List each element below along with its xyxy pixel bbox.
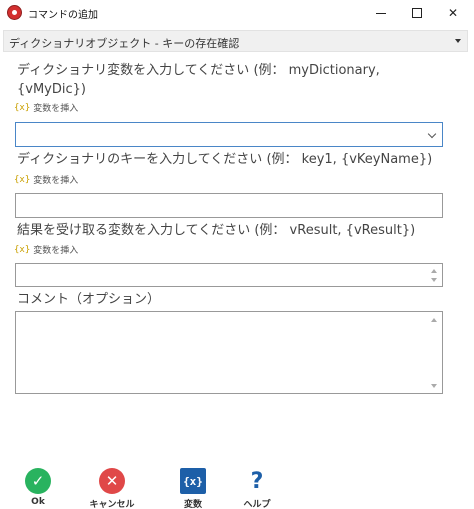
scroll-up-icon[interactable] xyxy=(431,318,437,322)
cancel-button[interactable]: ✕ キャンセル xyxy=(82,468,142,509)
variable-icon: {x} xyxy=(14,102,31,113)
maximize-icon xyxy=(412,8,422,18)
variables-button[interactable]: {x} 変数 xyxy=(163,468,223,509)
help-question-icon: ? xyxy=(250,468,264,494)
cancel-label: キャンセル xyxy=(89,500,135,509)
result-variable-label: 結果を受け取る変数を入力してください (例： vResult, {vResult… xyxy=(17,223,416,238)
variable-icon: {x} xyxy=(14,174,31,185)
scroll-up-icon[interactable] xyxy=(431,269,437,273)
dropdown-arrow-icon xyxy=(455,39,461,43)
variables-icon: {x} xyxy=(180,468,206,494)
minimize-icon xyxy=(376,12,386,14)
close-icon: ✕ xyxy=(447,6,459,20)
app-logo-icon xyxy=(7,5,22,20)
insert-variable-link-2[interactable]: {x} 変数を挿入 xyxy=(14,173,79,187)
window-title: コマンドの追加 xyxy=(28,10,98,21)
insert-variable-link-1[interactable]: {x} 変数を挿入 xyxy=(14,101,79,115)
insert-variable-label: 変数を挿入 xyxy=(33,176,79,186)
dictionary-key-label: ディクショナリのキーを入力してください (例： key1, {vKeyName}… xyxy=(17,152,433,167)
result-variable-input[interactable] xyxy=(15,263,443,287)
title-bar: コマンドの追加 ✕ xyxy=(0,0,474,26)
insert-variable-label: 変数を挿入 xyxy=(33,246,79,256)
ok-label: Ok xyxy=(31,497,45,507)
command-select-value: ディクショナリオブジェクト - キーの存在確認 xyxy=(9,37,240,50)
scroll-down-icon[interactable] xyxy=(431,384,437,388)
comment-textarea[interactable] xyxy=(15,311,443,394)
chevron-down-icon[interactable] xyxy=(427,129,437,139)
cancel-x-icon: ✕ xyxy=(99,468,125,494)
dictionary-key-input[interactable] xyxy=(15,193,443,218)
close-button[interactable]: ✕ xyxy=(435,0,471,26)
variables-label: 変数 xyxy=(183,500,202,509)
dictionary-variable-label: ディクショナリ変数を入力してください (例： myDictionary, {vM… xyxy=(17,63,380,97)
checkmark-icon: ✓ xyxy=(25,468,51,494)
minimize-button[interactable] xyxy=(363,0,399,26)
maximize-button[interactable] xyxy=(399,0,435,26)
variable-icon: {x} xyxy=(14,244,31,255)
dictionary-variable-combobox[interactable] xyxy=(15,122,443,147)
comment-label: コメント（オプション） xyxy=(17,292,161,307)
help-button[interactable]: ? ヘルプ xyxy=(227,468,287,509)
command-select[interactable]: ディクショナリオブジェクト - キーの存在確認 xyxy=(3,30,468,52)
help-label: ヘルプ xyxy=(243,500,271,509)
insert-variable-link-3[interactable]: {x} 変数を挿入 xyxy=(14,243,79,257)
insert-variable-label: 変数を挿入 xyxy=(33,104,79,114)
ok-button[interactable]: ✓ Ok xyxy=(8,468,68,507)
scroll-down-icon[interactable] xyxy=(431,278,437,282)
